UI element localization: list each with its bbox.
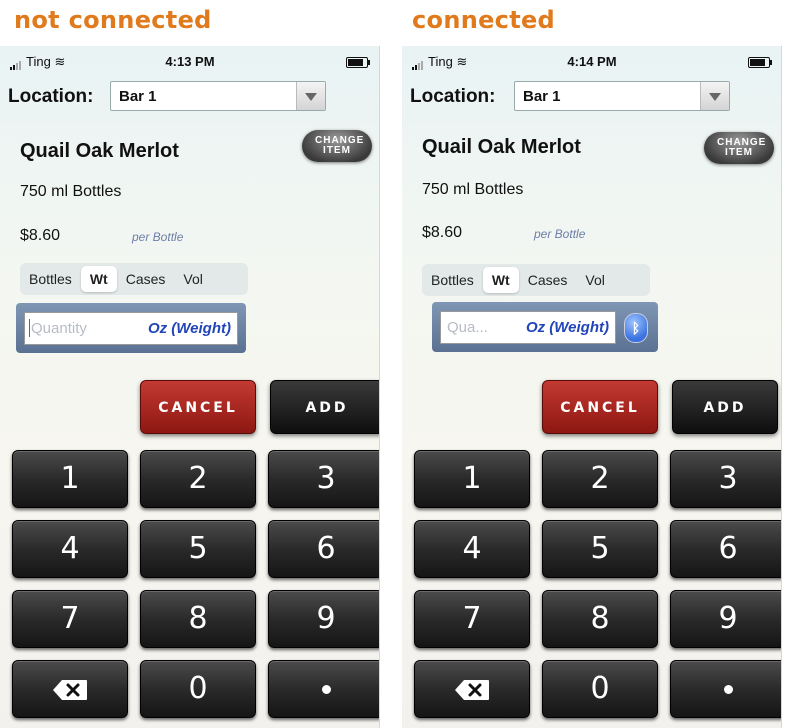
key-8[interactable]: 8 — [542, 590, 658, 648]
key-1[interactable]: 1 — [414, 450, 530, 508]
key-6[interactable]: 6 — [670, 520, 782, 578]
quantity-input[interactable]: Qua... Oz (Weight) — [440, 311, 616, 344]
segment-bottles[interactable]: Bottles — [422, 267, 483, 293]
key-6[interactable]: 6 — [268, 520, 380, 578]
quantity-field-frame: Quantity Oz (Weight) — [16, 303, 246, 353]
segment-vol[interactable]: Vol — [576, 267, 613, 293]
key-decimal[interactable] — [670, 660, 782, 718]
location-select[interactable]: Bar 1 — [110, 81, 326, 111]
battery-icon — [346, 57, 370, 68]
key-1[interactable]: 1 — [12, 450, 128, 508]
key-5[interactable]: 5 — [542, 520, 658, 578]
segment-cases[interactable]: Cases — [519, 267, 577, 293]
battery-icon — [748, 57, 772, 68]
segment-cases[interactable]: Cases — [117, 266, 175, 292]
key-3[interactable]: 3 — [670, 450, 782, 508]
key-backspace[interactable] — [414, 660, 530, 718]
phone-screen-not-connected: Ting ≋ 4:13 PM Location: Bar 1 Quail Oak… — [0, 46, 380, 728]
backspace-icon — [52, 679, 88, 701]
key-2[interactable]: 2 — [140, 450, 256, 508]
key-8[interactable]: 8 — [140, 590, 256, 648]
key-9[interactable]: 9 — [268, 590, 380, 648]
status-time: 4:13 PM — [165, 54, 215, 69]
item-price: $8.60 — [422, 224, 463, 241]
location-value: Bar 1 — [119, 88, 157, 105]
change-item-label: CHANGE ITEM — [315, 135, 365, 156]
quantity-input[interactable]: Quantity Oz (Weight) — [24, 312, 238, 345]
segment-wt[interactable]: Wt — [482, 267, 519, 293]
add-button[interactable]: ADD — [672, 380, 778, 434]
key-7[interactable]: 7 — [12, 590, 128, 648]
unit-segmented-control: Bottles Wt Cases Vol — [422, 264, 650, 296]
backspace-icon — [454, 679, 490, 701]
item-price: $8.60 — [20, 227, 61, 244]
change-item-button[interactable]: CHANGE ITEM — [302, 130, 372, 162]
location-label: Location: — [8, 86, 94, 107]
quantity-placeholder: Qua... — [447, 319, 488, 336]
status-bar: Ting ≋ 4:14 PM — [402, 54, 782, 72]
quantity-unit: Oz (Weight) — [147, 320, 231, 337]
price-unit: per Bottle — [534, 227, 586, 241]
item-name: Quail Oak Merlot — [422, 136, 581, 158]
segment-wt[interactable]: Wt — [80, 266, 117, 292]
key-7[interactable]: 7 — [414, 590, 530, 648]
key-5[interactable]: 5 — [140, 520, 256, 578]
dropdown-arrow-icon[interactable] — [296, 82, 325, 110]
cancel-button[interactable]: CANCEL — [542, 380, 658, 434]
key-3[interactable]: 3 — [268, 450, 380, 508]
key-4[interactable]: 4 — [12, 520, 128, 578]
price-unit: per Bottle — [132, 230, 184, 244]
panel-heading-not-connected: not connected — [14, 6, 212, 34]
key-9[interactable]: 9 — [670, 590, 782, 648]
key-0[interactable]: 0 — [140, 660, 256, 718]
cancel-button[interactable]: CANCEL — [140, 380, 256, 434]
key-decimal[interactable] — [268, 660, 380, 718]
add-button[interactable]: ADD — [270, 380, 380, 434]
segment-vol[interactable]: Vol — [174, 266, 211, 292]
unit-segmented-control: Bottles Wt Cases Vol — [20, 263, 248, 295]
phone-screen-connected: Ting ≋ 4:14 PM Location: Bar 1 Quail Oak… — [402, 46, 782, 728]
quantity-field-frame: Qua... Oz (Weight) ᛒ — [432, 302, 658, 352]
quantity-unit: Oz (Weight) — [525, 319, 609, 336]
location-label: Location: — [410, 86, 496, 107]
status-time: 4:14 PM — [567, 54, 617, 69]
key-4[interactable]: 4 — [414, 520, 530, 578]
change-item-button[interactable]: CHANGE ITEM — [704, 132, 774, 164]
item-size: 750 ml Bottles — [20, 183, 122, 200]
status-bar: Ting ≋ 4:13 PM — [0, 54, 380, 72]
key-0[interactable]: 0 — [542, 660, 658, 718]
panel-heading-connected: connected — [412, 6, 556, 34]
change-item-label: CHANGE ITEM — [717, 137, 767, 158]
dropdown-arrow-icon[interactable] — [700, 82, 729, 110]
item-name: Quail Oak Merlot — [20, 140, 179, 162]
decimal-dot-icon — [321, 685, 331, 694]
key-2[interactable]: 2 — [542, 450, 658, 508]
text-cursor — [29, 319, 30, 337]
bluetooth-icon[interactable]: ᛒ — [624, 313, 648, 343]
location-select[interactable]: Bar 1 — [514, 81, 730, 111]
item-size: 750 ml Bottles — [422, 181, 524, 198]
segment-bottles[interactable]: Bottles — [20, 266, 81, 292]
key-backspace[interactable] — [12, 660, 128, 718]
quantity-placeholder: Quantity — [31, 320, 87, 337]
decimal-dot-icon — [723, 685, 733, 694]
location-value: Bar 1 — [523, 88, 561, 105]
